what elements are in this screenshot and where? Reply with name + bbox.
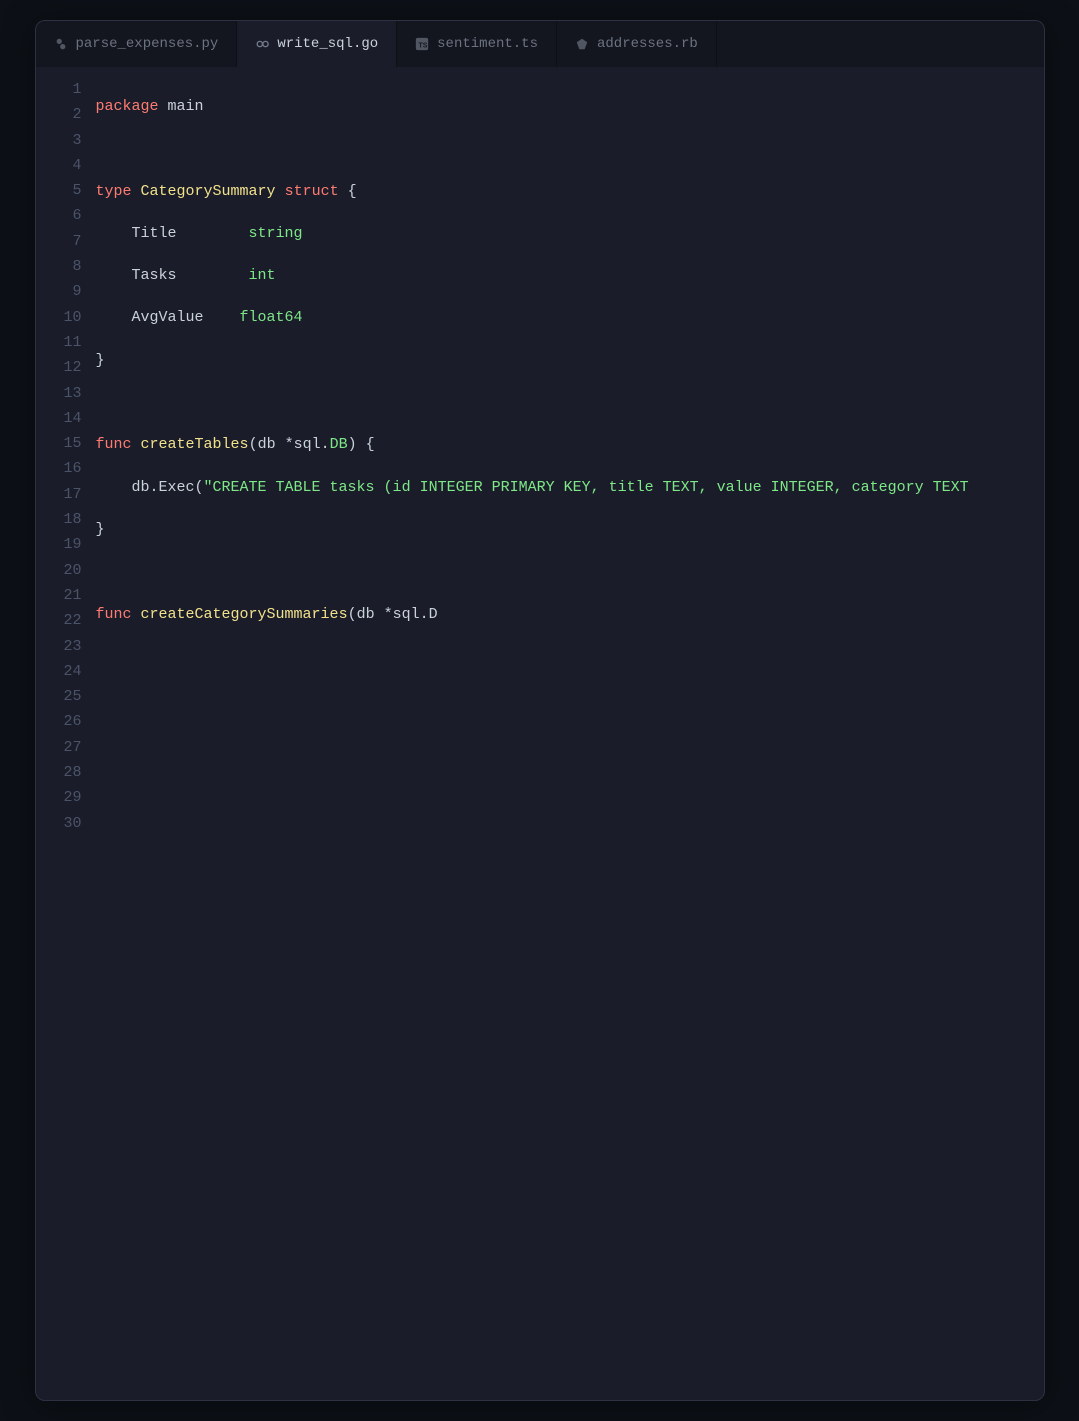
tab-label: sentiment.ts [437, 36, 538, 52]
type: DB [330, 436, 348, 453]
line-number: 9 [36, 279, 82, 304]
line-number: 11 [36, 330, 82, 355]
svg-text:TS: TS [419, 43, 428, 50]
line-number: 25 [36, 684, 82, 709]
type: string [249, 225, 303, 242]
code-content[interactable]: package main type CategorySummary struct… [96, 77, 1044, 1380]
editor-window: parse_expenses.py write_sql.go TS sentim… [35, 20, 1045, 1401]
line-number: 6 [36, 203, 82, 228]
line-number-gutter: 1234567891011121314151617181920212223242… [36, 77, 96, 1380]
tab-label: parse_expenses.py [76, 36, 219, 52]
line-number: 12 [36, 355, 82, 380]
identifier: main [168, 98, 204, 115]
tab-addresses[interactable]: addresses.rb [557, 21, 717, 67]
line-number: 22 [36, 608, 82, 633]
type-name: CategorySummary [141, 183, 276, 200]
tab-write-sql[interactable]: write_sql.go [237, 21, 397, 67]
line-number: 3 [36, 128, 82, 153]
tab-parse-expenses[interactable]: parse_expenses.py [36, 21, 238, 67]
keyword: func [96, 436, 132, 453]
line-number: 28 [36, 760, 82, 785]
brace: { [348, 183, 357, 200]
line-number: 2 [36, 102, 82, 127]
tab-label: write_sql.go [277, 36, 378, 52]
brace: } [96, 352, 105, 369]
line-number: 21 [36, 583, 82, 608]
code-area[interactable]: 1234567891011121314151617181920212223242… [36, 67, 1044, 1400]
line-number: 13 [36, 381, 82, 406]
tab-label: addresses.rb [597, 36, 698, 52]
keyword: struct [285, 183, 339, 200]
line-number: 23 [36, 634, 82, 659]
line-number: 16 [36, 456, 82, 481]
line-number: 5 [36, 178, 82, 203]
line-number: 7 [36, 229, 82, 254]
line-number: 17 [36, 482, 82, 507]
line-number: 14 [36, 406, 82, 431]
line-number: 15 [36, 431, 82, 456]
line-number: 20 [36, 558, 82, 583]
tab-bar: parse_expenses.py write_sql.go TS sentim… [36, 21, 1044, 67]
python-icon [54, 37, 68, 51]
field: Tasks [96, 267, 249, 284]
line-number: 18 [36, 507, 82, 532]
call: db.Exec( [96, 479, 204, 496]
brace: } [96, 521, 105, 538]
line-number: 30 [36, 811, 82, 836]
line-number: 4 [36, 153, 82, 178]
keyword: type [96, 183, 132, 200]
field: Title [96, 225, 249, 242]
ruby-icon [575, 37, 589, 51]
line-number: 8 [36, 254, 82, 279]
keyword: func [96, 606, 132, 623]
paren: (db *sql. [249, 436, 330, 453]
string: "CREATE TABLE tasks (id INTEGER PRIMARY … [204, 479, 969, 496]
go-icon [255, 37, 269, 51]
keyword: package [96, 98, 159, 115]
line-number: 1 [36, 77, 82, 102]
line-number: 24 [36, 659, 82, 684]
func-name: createCategorySummaries [141, 606, 348, 623]
line-number: 19 [36, 532, 82, 557]
line-number: 26 [36, 709, 82, 734]
ts-icon: TS [415, 37, 429, 51]
tab-sentiment[interactable]: TS sentiment.ts [397, 21, 557, 67]
paren: (db *sql.D [348, 606, 438, 623]
type: float64 [240, 309, 303, 326]
type: int [249, 267, 276, 284]
func-name: createTables [141, 436, 249, 453]
line-number: 27 [36, 735, 82, 760]
paren: ) { [348, 436, 375, 453]
line-number: 10 [36, 305, 82, 330]
field: AvgValue [96, 309, 240, 326]
line-number: 29 [36, 785, 82, 810]
